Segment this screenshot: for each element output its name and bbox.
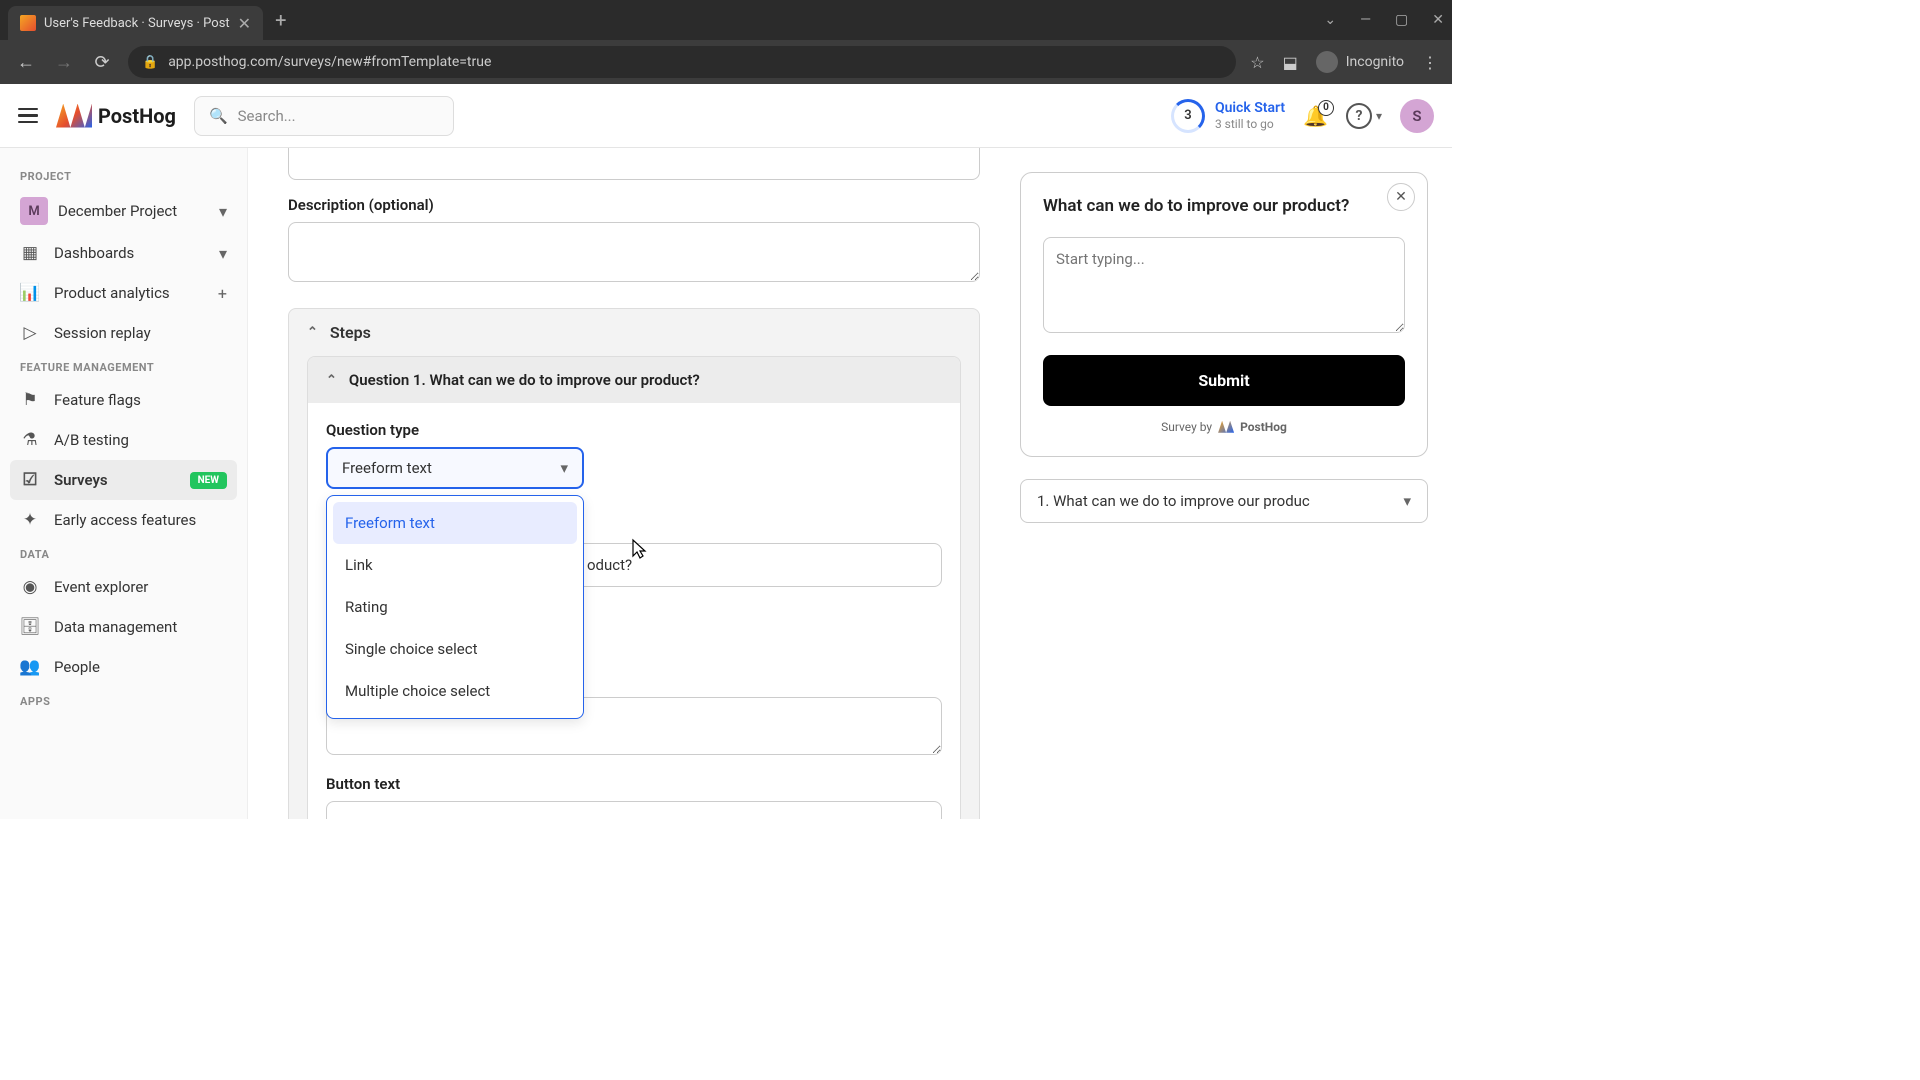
rocket-icon: ✦ <box>20 510 40 530</box>
preview-close-button[interactable]: ✕ <box>1387 183 1415 211</box>
question-type-dropdown: Freeform text Link Rating Single choice … <box>326 495 584 719</box>
section-project-label: PROJECT <box>10 162 237 189</box>
caret-down-icon: ▾ <box>560 459 568 477</box>
question-card: ⌃ Question 1. What can we do to improve … <box>307 356 961 819</box>
dropdown-option-rating[interactable]: Rating <box>333 586 577 628</box>
tab-favicon-icon <box>20 15 36 31</box>
back-button[interactable]: ← <box>14 50 38 74</box>
broadcast-icon: ◉ <box>20 577 40 597</box>
new-tab-button[interactable]: + <box>275 8 286 32</box>
description-input[interactable] <box>288 222 980 282</box>
survey-icon: ☑ <box>20 470 40 490</box>
dashboard-icon: ▦ <box>20 243 40 263</box>
dropdown-option-link[interactable]: Link <box>333 544 577 586</box>
minimize-icon[interactable]: — <box>1360 12 1371 28</box>
people-icon: 👥 <box>20 657 40 677</box>
nav-product-analytics[interactable]: 📊 Product analytics + <box>10 273 237 313</box>
survey-form: Description (optional) ⌃ Steps ⌃ Questio… <box>248 148 1020 819</box>
project-selector[interactable]: M December Project ▾ <box>10 189 237 233</box>
notif-count-badge: 0 <box>1318 100 1334 116</box>
quick-start-link[interactable]: Quick Start 3 still to go <box>1215 100 1285 131</box>
new-badge: NEW <box>190 472 227 489</box>
nav-ab-testing[interactable]: ⚗ A/B testing <box>10 420 237 460</box>
url-input[interactable]: 🔒 app.posthog.com/surveys/new#fromTempla… <box>128 46 1236 78</box>
preview-footer: Survey by PostHog <box>1043 420 1405 434</box>
name-input[interactable] <box>288 148 980 180</box>
progress-ring-icon: 3 <box>1171 99 1205 133</box>
chevron-down-icon: ▾ <box>219 202 227 221</box>
address-bar: ← → ⟳ 🔒 app.posthog.com/surveys/new#from… <box>0 40 1452 84</box>
reload-button[interactable]: ⟳ <box>90 50 114 74</box>
question-header[interactable]: ⌃ Question 1. What can we do to improve … <box>308 357 960 403</box>
chevron-down-icon: ▾ <box>219 244 227 263</box>
analytics-icon: 📊 <box>20 283 40 303</box>
logo-mark-icon <box>56 104 92 128</box>
lock-icon: 🔒 <box>142 55 158 70</box>
search-icon: 🔍 <box>209 107 228 125</box>
flask-icon: ⚗ <box>20 430 40 450</box>
nav-session-replay[interactable]: ▷ Session replay <box>10 313 237 353</box>
project-icon: M <box>20 197 48 225</box>
button-text-input[interactable] <box>326 801 942 819</box>
collapse-icon: ⌃ <box>326 373 337 388</box>
notifications-button[interactable]: 🔔 0 <box>1303 104 1328 128</box>
nav-feature-flags[interactable]: ⚑ Feature flags <box>10 380 237 420</box>
dropdown-option-multiple[interactable]: Multiple choice select <box>333 670 577 712</box>
tab-title: User's Feedback · Surveys · Post <box>44 16 230 31</box>
incognito-icon <box>1316 51 1338 73</box>
section-data-label: DATA <box>10 540 237 567</box>
section-feature-label: FEATURE MANAGEMENT <box>10 353 237 380</box>
chevron-down-icon[interactable]: ⌄ <box>1324 12 1336 28</box>
collapse-icon: ⌃ <box>307 325 318 340</box>
help-button[interactable]: ? <box>1346 103 1372 129</box>
database-icon: 🗄 <box>20 617 40 637</box>
button-text-label: Button text <box>326 775 942 793</box>
mini-logo-icon <box>1218 421 1234 433</box>
close-window-icon[interactable]: ✕ <box>1432 12 1444 28</box>
nav-dashboards[interactable]: ▦ Dashboards ▾ <box>10 233 237 273</box>
sidebar: PROJECT M December Project ▾ ▦ Dashboard… <box>0 148 248 819</box>
chevron-down-icon[interactable]: ▾ <box>1376 109 1382 123</box>
section-apps-label: APPS <box>10 687 237 714</box>
preview-question-text: What can we do to improve our product? <box>1043 195 1405 219</box>
browser-menu-icon[interactable]: ⋮ <box>1422 53 1438 72</box>
survey-preview-card: ✕ What can we do to improve our product?… <box>1020 172 1428 457</box>
window-controls: ⌄ — ▢ ✕ <box>1324 12 1444 28</box>
nav-data-management[interactable]: 🗄 Data management <box>10 607 237 647</box>
question-type-label: Question type <box>326 421 942 439</box>
hamburger-menu-icon[interactable] <box>18 108 38 124</box>
nav-early-access[interactable]: ✦ Early access features <box>10 500 237 540</box>
flag-icon: ⚑ <box>20 390 40 410</box>
user-avatar[interactable]: S <box>1400 99 1434 133</box>
incognito-badge[interactable]: Incognito <box>1316 51 1404 73</box>
preview-answer-input[interactable] <box>1043 237 1405 333</box>
preview-submit-button[interactable]: Submit <box>1043 355 1405 406</box>
dropdown-option-single[interactable]: Single choice select <box>333 628 577 670</box>
preview-panel: ✕ What can we do to improve our product?… <box>1020 148 1452 819</box>
bookmark-icon[interactable]: ☆ <box>1250 53 1264 72</box>
plus-icon[interactable]: + <box>218 284 227 303</box>
dropdown-option-freeform[interactable]: Freeform text <box>333 502 577 544</box>
nav-surveys[interactable]: ☑ Surveys NEW <box>10 460 237 500</box>
maximize-icon[interactable]: ▢ <box>1395 12 1408 28</box>
app-header: PostHog 🔍 Search... 3 Quick Start 3 stil… <box>0 84 1452 148</box>
search-input[interactable]: 🔍 Search... <box>194 96 454 136</box>
nav-people[interactable]: 👥 People <box>10 647 237 687</box>
description-label: Description (optional) <box>288 196 980 214</box>
browser-tab-bar: User's Feedback · Surveys · Post ✕ + ⌄ —… <box>0 0 1452 40</box>
install-icon[interactable]: ⬓ <box>1283 53 1298 72</box>
nav-event-explorer[interactable]: ◉ Event explorer <box>10 567 237 607</box>
chevron-down-icon: ▾ <box>1403 492 1411 510</box>
tab-close-icon[interactable]: ✕ <box>238 14 251 33</box>
posthog-logo[interactable]: PostHog <box>56 104 176 128</box>
forward-button[interactable]: → <box>52 50 76 74</box>
steps-section: ⌃ Steps ⌃ Question 1. What can we do to … <box>288 308 980 819</box>
question-nav-select[interactable]: 1. What can we do to improve our produc … <box>1020 479 1428 523</box>
play-icon: ▷ <box>20 323 40 343</box>
url-text: app.posthog.com/surveys/new#fromTemplate… <box>168 54 491 70</box>
steps-header[interactable]: ⌃ Steps <box>289 309 979 356</box>
browser-tab[interactable]: User's Feedback · Surveys · Post ✕ <box>8 6 263 40</box>
question-type-select[interactable]: Freeform text ▾ <box>326 447 584 489</box>
project-name: December Project <box>58 202 177 220</box>
